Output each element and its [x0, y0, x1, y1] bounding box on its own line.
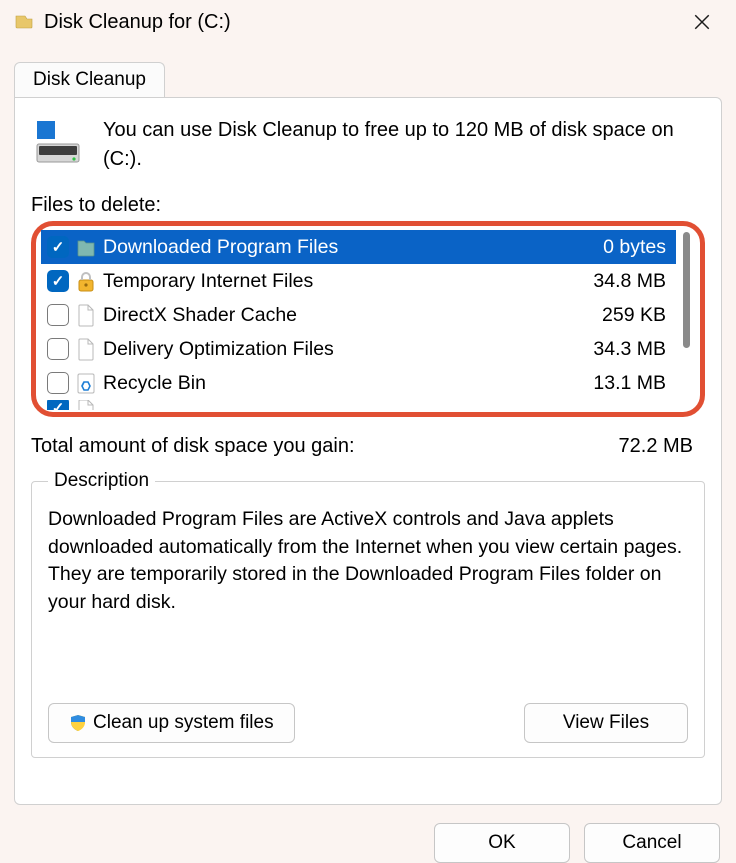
total-label: Total amount of disk space you gain:	[31, 435, 355, 458]
total-value: 72.2 MB	[619, 435, 705, 458]
tab-panel: You can use Disk Cleanup to free up to 1…	[14, 97, 722, 805]
file-checkbox[interactable]	[47, 236, 69, 258]
file-row[interactable]: Delivery Optimization Files 34.3 MB	[41, 332, 676, 366]
file-name: DirectX Shader Cache	[103, 304, 596, 327]
tab-disk-cleanup[interactable]: Disk Cleanup	[14, 62, 165, 97]
folder-icon	[75, 234, 97, 260]
title-bar: Disk Cleanup for (C:)	[0, 0, 736, 44]
file-size: 34.3 MB	[593, 338, 672, 361]
scrollbar[interactable]	[680, 230, 692, 410]
scrollbar-thumb[interactable]	[683, 232, 690, 348]
files-list-highlight: Downloaded Program Files 0 bytes Temporary…	[31, 221, 705, 417]
file-icon	[75, 336, 97, 362]
dialog-buttons: OK Cancel	[0, 805, 736, 863]
file-checkbox[interactable]	[47, 400, 69, 410]
file-size: 0 bytes	[603, 236, 672, 259]
file-name: Delivery Optimization Files	[103, 338, 587, 361]
file-checkbox[interactable]	[47, 304, 69, 326]
drive-icon	[14, 12, 34, 32]
file-checkbox[interactable]	[47, 338, 69, 360]
files-list[interactable]: Downloaded Program Files 0 bytes Temporary…	[41, 230, 695, 410]
lock-icon	[75, 268, 97, 294]
file-name: Temporary Internet Files	[103, 270, 587, 293]
cleanup-system-files-button[interactable]: Clean up system files	[48, 703, 295, 743]
description-text: Downloaded Program Files are ActiveX con…	[48, 506, 688, 703]
file-row[interactable]: Recycle Bin 13.1 MB	[41, 366, 676, 400]
file-size: 259 KB	[602, 304, 672, 327]
file-row[interactable]: Temporary Internet Files 34.8 MB	[41, 264, 676, 298]
view-files-button[interactable]: View Files	[524, 703, 688, 743]
file-name: Recycle Bin	[103, 372, 587, 395]
file-name: Downloaded Program Files	[103, 236, 597, 259]
description-group: Description Downloaded Program Files are…	[31, 470, 705, 758]
cleanup-system-files-label: Clean up system files	[93, 712, 274, 734]
intro-section: You can use Disk Cleanup to free up to 1…	[31, 112, 705, 184]
cancel-button[interactable]: Cancel	[584, 823, 720, 863]
intro-text: You can use Disk Cleanup to free up to 1…	[103, 116, 701, 174]
tab-strip: Disk Cleanup	[0, 44, 736, 97]
close-button[interactable]	[672, 0, 732, 44]
files-to-delete-label: Files to delete:	[31, 194, 705, 217]
description-legend: Description	[48, 470, 155, 492]
recycle-icon	[75, 370, 97, 396]
drive-large-icon	[35, 120, 81, 166]
shield-icon	[69, 714, 87, 732]
file-size: 34.8 MB	[593, 270, 672, 293]
total-line: Total amount of disk space you gain: 72.…	[31, 435, 705, 458]
file-row[interactable]	[41, 400, 676, 410]
file-checkbox[interactable]	[47, 372, 69, 394]
file-row[interactable]: DirectX Shader Cache 259 KB	[41, 298, 676, 332]
file-checkbox[interactable]	[47, 270, 69, 292]
file-icon	[75, 400, 97, 410]
file-icon	[75, 302, 97, 328]
view-files-label: View Files	[563, 712, 649, 734]
file-row[interactable]: Downloaded Program Files 0 bytes	[41, 230, 676, 264]
ok-button[interactable]: OK	[434, 823, 570, 863]
window-title: Disk Cleanup for (C:)	[44, 11, 672, 34]
file-size: 13.1 MB	[593, 372, 672, 395]
